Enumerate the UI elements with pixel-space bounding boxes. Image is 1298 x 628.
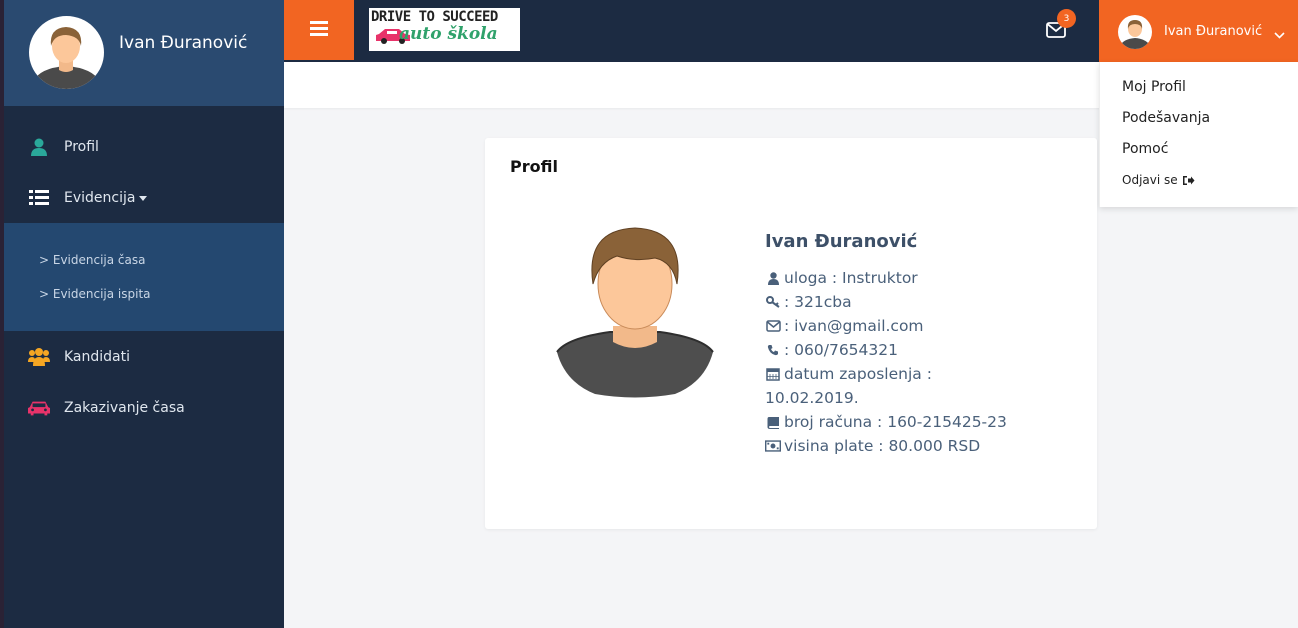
menu-toggle-button[interactable] bbox=[284, 0, 354, 60]
sidebar-item-zakazivanje[interactable]: Zakazivanje časa bbox=[4, 383, 284, 433]
submenu-item-evidencija-casa[interactable]: > Evidencija časa bbox=[39, 253, 145, 267]
submenu-item-evidencija-ispita[interactable]: > Evidencija ispita bbox=[39, 287, 151, 301]
envelope-icon bbox=[765, 319, 781, 333]
app-logo[interactable]: DRIVE TO SUCCEED auto škola bbox=[369, 8, 520, 51]
sidebar-item-profil[interactable]: Profil bbox=[4, 122, 284, 172]
sidebar-item-label: Profil bbox=[64, 139, 99, 155]
profile-account: broj računa : 160-215425-23 bbox=[765, 413, 1007, 431]
profile-salary: visina plate : 80.000 RSD bbox=[765, 437, 980, 455]
top-navbar: DRIVE TO SUCCEED auto škola 3 Ivan Đuran… bbox=[284, 0, 1298, 62]
card-title: Profil bbox=[510, 157, 558, 176]
profile-email: : ivan@gmail.com bbox=[765, 317, 924, 335]
phone-icon bbox=[765, 343, 781, 357]
caret-down-icon bbox=[139, 195, 148, 201]
logout-label: Odjavi se bbox=[1122, 173, 1178, 187]
profile-card: Profil Ivan Đuranović uloga : Instruktor… bbox=[485, 138, 1097, 529]
logo-subtitle: auto škola bbox=[399, 24, 498, 44]
sidebar-user-name: Ivan Đuranović bbox=[119, 33, 248, 53]
user-menu-button[interactable]: Ivan Đuranović bbox=[1099, 0, 1298, 62]
profile-hire-date: 10.02.2019. bbox=[765, 389, 859, 407]
sidebar-item-label: Zakazivanje časa bbox=[64, 400, 185, 416]
user-icon bbox=[765, 271, 781, 285]
menu-item-pomoc[interactable]: Pomoć bbox=[1122, 141, 1168, 157]
sidebar-header: Ivan Đuranović bbox=[4, 0, 284, 106]
money-icon bbox=[765, 439, 781, 453]
menu-item-podesavanja[interactable]: Podešavanja bbox=[1122, 110, 1210, 126]
profile-password: : 321cba bbox=[765, 293, 852, 311]
user-dropdown-menu: Moj Profil Podešavanja Pomoć Odjavi se bbox=[1099, 62, 1298, 207]
profile-role: uloga : Instruktor bbox=[765, 269, 918, 287]
sidebar-item-evidencija[interactable]: Evidencija bbox=[4, 173, 284, 223]
users-icon bbox=[28, 347, 50, 367]
sidebar-item-label: Kandidati bbox=[64, 349, 131, 365]
profile-name: Ivan Đuranović bbox=[765, 231, 918, 252]
book-icon bbox=[765, 415, 781, 429]
notification-badge: 3 bbox=[1057, 9, 1076, 28]
menu-item-odjavi-se[interactable]: Odjavi se bbox=[1122, 173, 1195, 187]
user-avatar bbox=[1118, 15, 1152, 49]
logo-title: DRIVE TO SUCCEED bbox=[371, 9, 498, 25]
sidebar: Ivan Đuranović Profil Evidencija > Evide… bbox=[4, 0, 284, 628]
key-icon bbox=[765, 295, 781, 309]
sidebar-avatar bbox=[29, 16, 104, 89]
chevron-down-icon bbox=[1274, 24, 1285, 43]
evidencija-submenu: > Evidencija časa > Evidencija ispita bbox=[4, 223, 284, 331]
profile-phone: : 060/7654321 bbox=[765, 341, 898, 359]
car-icon bbox=[28, 398, 50, 418]
sign-out-icon bbox=[1182, 175, 1195, 186]
profile-avatar bbox=[555, 226, 715, 398]
sidebar-item-kandidati[interactable]: Kandidati bbox=[4, 332, 284, 382]
calendar-icon bbox=[765, 367, 781, 381]
hamburger-icon bbox=[310, 20, 328, 40]
sidebar-item-label: Evidencija bbox=[64, 190, 136, 206]
user-icon bbox=[28, 137, 50, 157]
user-menu-name: Ivan Đuranović bbox=[1164, 24, 1263, 39]
list-icon bbox=[28, 188, 50, 208]
profile-hire-date-label: datum zaposlenja : bbox=[765, 365, 932, 383]
menu-item-moj-profil[interactable]: Moj Profil bbox=[1122, 79, 1186, 95]
